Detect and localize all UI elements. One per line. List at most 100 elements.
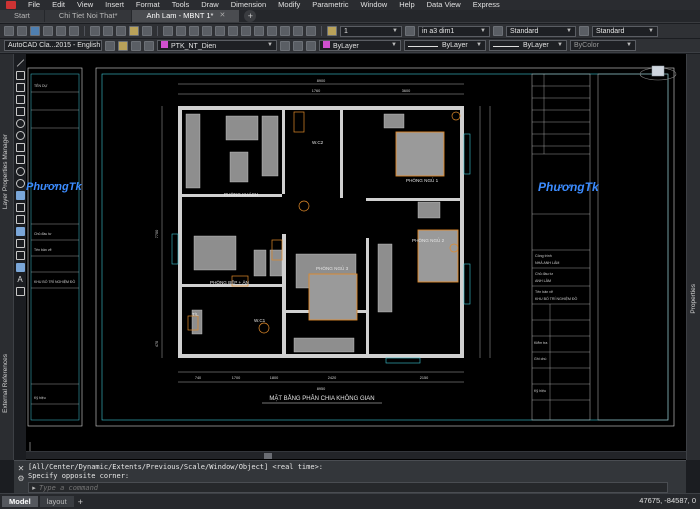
lineweight-combo[interactable]: ByLayer ▼ [489, 40, 567, 51]
block-editor-icon[interactable] [142, 26, 152, 36]
close-icon[interactable]: ✕ [219, 10, 225, 22]
tab-start[interactable]: Start [0, 10, 44, 22]
text-style-combo[interactable]: Standard ▼ [506, 25, 576, 37]
sheet-set-icon[interactable] [280, 26, 290, 36]
arc-icon[interactable] [15, 119, 25, 128]
layer-properties-icon[interactable] [118, 40, 128, 51]
publish-icon[interactable] [69, 26, 79, 36]
revision-cloud-icon[interactable] [15, 143, 25, 152]
menu-express[interactable]: Express [467, 0, 506, 10]
ellipse-arc-icon[interactable] [15, 179, 25, 188]
dimension-style-icon[interactable] [405, 26, 415, 36]
external-references-tab[interactable]: External References [2, 354, 9, 413]
make-block-icon[interactable] [15, 203, 25, 212]
plotstyle-combo[interactable]: ByColor ▼ [570, 40, 636, 51]
title-block-row1: Công trình [535, 254, 552, 258]
polyline-icon[interactable] [15, 83, 25, 92]
print-preview-icon[interactable] [56, 26, 66, 36]
layer-freeze-icon[interactable] [144, 40, 154, 51]
menu-data-view[interactable]: Data View [421, 0, 467, 10]
table-icon[interactable] [15, 263, 25, 272]
menu-insert[interactable]: Insert [99, 0, 130, 10]
region-icon[interactable] [15, 251, 25, 260]
menu-window[interactable]: Window [355, 0, 394, 10]
layer-combo[interactable]: PTK_NT_Dien ▼ [157, 40, 277, 51]
table-style-icon[interactable] [579, 26, 589, 36]
zoom-previous-icon[interactable] [228, 26, 238, 36]
menu-parametric[interactable]: Parametric [306, 0, 354, 10]
calculator-icon[interactable] [306, 26, 316, 36]
text-height-combo[interactable]: 1 ▼ [340, 25, 402, 37]
close-icon[interactable]: ✕ [16, 464, 26, 474]
new-tab-button[interactable]: + [244, 10, 257, 22]
title-block-label-c: Kỹ hiệu [534, 389, 546, 393]
add-selected-icon[interactable] [15, 287, 25, 296]
circle-icon[interactable] [15, 131, 25, 140]
undo-icon[interactable] [163, 26, 173, 36]
pan-icon[interactable] [189, 26, 199, 36]
hatch-icon[interactable] [15, 227, 25, 236]
dimension-style-combo[interactable]: in a3 dim1 ▼ [418, 25, 490, 37]
command-input[interactable] [39, 483, 639, 492]
line-icon[interactable] [16, 59, 24, 67]
plot-icon[interactable] [43, 26, 53, 36]
menu-view[interactable]: View [71, 0, 99, 10]
layer-on-icon[interactable] [131, 40, 141, 51]
spline-icon[interactable] [15, 155, 25, 164]
wrench-icon[interactable]: ⚙ [16, 474, 26, 484]
zoom-window-icon[interactable] [215, 26, 225, 36]
tab-chi-tiet-noi-that[interactable]: Chi Tiet Noi That* [44, 10, 132, 22]
annotation-scale-icon[interactable] [327, 26, 337, 36]
layer-properties-manager-tab[interactable]: Layer Properties Manager [2, 134, 9, 209]
insert-block-icon[interactable] [15, 191, 25, 200]
text-style-icon[interactable] [493, 26, 503, 36]
workspace-settings-icon[interactable] [105, 40, 115, 51]
menu-dimension[interactable]: Dimension [225, 0, 272, 10]
layer-state-icon[interactable] [306, 40, 316, 51]
point-icon[interactable] [15, 215, 25, 224]
menu-edit[interactable]: Edit [46, 0, 71, 10]
gradient-icon[interactable] [15, 239, 25, 248]
zoom-realtime-icon[interactable] [202, 26, 212, 36]
redo-icon[interactable] [176, 26, 186, 36]
new-icon[interactable] [4, 26, 14, 36]
layer-previous-icon[interactable] [293, 40, 303, 51]
add-layout-button[interactable]: + [78, 497, 83, 507]
scrollbar-thumb[interactable] [264, 453, 272, 459]
viewcube-widget[interactable] [638, 60, 678, 84]
multiline-text-icon[interactable]: A [16, 275, 25, 284]
autocad-logo-icon[interactable] [0, 0, 22, 10]
design-center-icon[interactable] [254, 26, 264, 36]
tool-palettes-icon[interactable] [267, 26, 277, 36]
ellipse-icon[interactable] [15, 167, 25, 176]
horizontal-scrollbar[interactable] [26, 451, 686, 459]
properties-tab[interactable]: Properties [690, 284, 697, 314]
save-icon[interactable] [30, 26, 40, 36]
menu-tools[interactable]: Tools [166, 0, 196, 10]
menu-help[interactable]: Help [393, 0, 420, 10]
layout-tab[interactable]: layout [39, 496, 74, 507]
table-style-combo[interactable]: Standard ▼ [592, 25, 658, 37]
model-tab[interactable]: Model [2, 496, 38, 507]
menu-format[interactable]: Format [130, 0, 166, 10]
model-space-canvas[interactable]: TÊN DỰ Chủ đầu tư Tên bản vẽ KHU BỐ TRÍ … [26, 54, 686, 460]
polygon-icon[interactable] [15, 95, 25, 104]
copy-icon[interactable] [103, 26, 113, 36]
cut-icon[interactable] [90, 26, 100, 36]
menu-draw[interactable]: Draw [195, 0, 225, 10]
menu-file[interactable]: File [22, 0, 46, 10]
color-combo[interactable]: ByLayer ▼ [319, 40, 401, 51]
command-prompt-icon[interactable]: ▸ [29, 484, 39, 492]
tab-anh-lam-mbnt[interactable]: Anh Lam - MBNT 1* ✕ [132, 10, 240, 22]
rectangle-icon[interactable] [15, 107, 25, 116]
make-layer-current-icon[interactable] [280, 40, 290, 51]
linetype-combo[interactable]: ByLayer ▼ [404, 40, 486, 51]
construction-line-icon[interactable] [15, 71, 25, 80]
open-icon[interactable] [17, 26, 27, 36]
match-properties-icon[interactable] [129, 26, 139, 36]
menu-modify[interactable]: Modify [272, 0, 306, 10]
markup-icon[interactable] [293, 26, 303, 36]
properties-icon[interactable] [241, 26, 251, 36]
paste-icon[interactable] [116, 26, 126, 36]
workspace-combo[interactable]: AutoCAD Cla...2015 - English▼ [4, 40, 102, 51]
